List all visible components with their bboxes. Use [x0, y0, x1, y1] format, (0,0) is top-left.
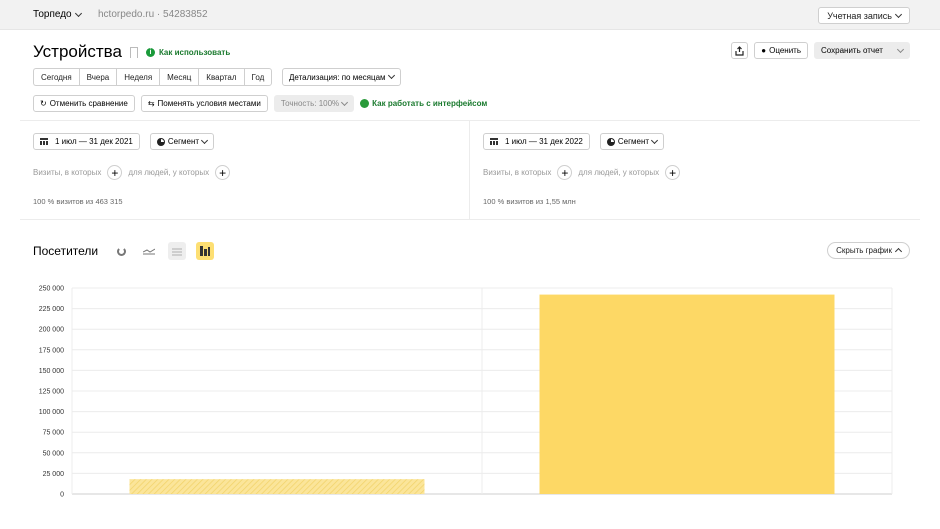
swap-conditions-button[interactable]: ⇆ Поменять условия местами [140, 95, 268, 112]
bookmark-icon[interactable] [129, 46, 138, 58]
site-name: Торпедо [33, 9, 72, 20]
undo-icon: ↻ [40, 99, 47, 108]
report-actions: ● Оценить Сохранить отчет [731, 42, 910, 59]
swap-icon: ⇆ [147, 99, 155, 108]
howto-link[interactable]: i Как использовать [145, 47, 231, 57]
chart-bar-2[interactable] [539, 294, 835, 494]
rate-label: Оценить [769, 46, 801, 55]
y-tick-label: 0 [60, 492, 64, 499]
calendar-icon [490, 138, 498, 145]
hide-chart-button[interactable]: Скрыть график [827, 242, 910, 259]
accuracy-dropdown[interactable]: Точность: 100% [273, 95, 355, 112]
detail-label: Детализация: по месяцам [289, 72, 386, 82]
top-bar: Торпедо hctorpedo.ru · 54283852 Учетная … [0, 0, 940, 30]
period-yesterday[interactable]: Вчера [78, 68, 117, 86]
period-month[interactable]: Месяц [159, 68, 199, 86]
visits-share: 100 % визитов из 1,55 млн [483, 197, 576, 206]
pie-chart-icon[interactable] [112, 242, 130, 260]
pie-icon [156, 137, 165, 146]
segment-button[interactable]: Сегмент [599, 133, 665, 150]
y-tick-label: 75 000 [43, 430, 65, 437]
add-visit-condition-button[interactable]: + [107, 165, 123, 180]
period-week[interactable]: Неделя [116, 68, 160, 86]
rate-icon: ● [761, 46, 767, 55]
share-icon [735, 45, 744, 56]
swap-conditions-label: Поменять условия местами [157, 99, 261, 108]
chevron-down-icon [650, 136, 659, 144]
interface-help-link[interactable]: Как работать с интерфейсом [360, 99, 487, 108]
segment-column-1: 1 июл — 31 дек 2021 Сегмент Визиты, в ко… [20, 121, 470, 219]
chart-header: Посетители [33, 242, 215, 260]
y-tick-label: 150 000 [39, 368, 64, 375]
segment-label: Сегмент [167, 137, 200, 146]
segments-panel: 1 июл — 31 дек 2021 Сегмент Визиты, в ко… [20, 120, 920, 220]
cancel-compare-button[interactable]: ↻ Отменить сравнение [33, 95, 135, 112]
conditions-row: Визиты, в которых + для людей, у которых… [483, 165, 681, 180]
interface-help-label: Как работать с интерфейсом [372, 99, 488, 108]
period-today[interactable]: Сегодня [33, 68, 79, 86]
add-people-condition-button[interactable]: + [665, 165, 681, 180]
period-year[interactable]: Год [243, 68, 273, 86]
date-range-label: 1 июл — 31 дек 2022 [505, 137, 583, 146]
area-chart-icon[interactable] [168, 242, 187, 260]
y-tick-label: 125 000 [39, 389, 64, 396]
save-report-label: Сохранить отчет [821, 46, 883, 55]
bar-chart-icon[interactable] [196, 242, 215, 260]
line-chart-icon[interactable] [140, 242, 158, 260]
accuracy-label: Точность: 100% [280, 99, 340, 108]
chevron-down-icon [896, 45, 905, 53]
chevron-down-icon [894, 10, 903, 18]
y-tick-label: 50 000 [43, 450, 65, 457]
segment-button[interactable]: Сегмент [149, 133, 215, 150]
howto-label: Как использовать [158, 47, 231, 57]
date-range-button[interactable]: 1 июл — 31 дек 2022 [483, 133, 590, 150]
add-people-condition-button[interactable]: + [215, 165, 231, 180]
chevron-up-icon [894, 247, 903, 256]
y-tick-label: 250 000 [39, 286, 64, 293]
visits-condition-label: Визиты, в которых [33, 168, 102, 177]
segment-label: Сегмент [617, 137, 650, 146]
compare-toolbar: ↻ Отменить сравнение ⇆ Поменять условия ме… [33, 95, 487, 112]
people-condition-label: для людей, у которых [128, 168, 210, 177]
period-quarter[interactable]: Квартал [198, 68, 244, 86]
add-visit-condition-button[interactable]: + [557, 165, 573, 180]
date-range-label: 1 июл — 31 дек 2021 [55, 137, 133, 146]
segment-column-2: 1 июл — 31 дек 2022 Сегмент Визиты, в ко… [470, 121, 920, 219]
date-range-button[interactable]: 1 июл — 31 дек 2021 [33, 133, 140, 150]
info-icon: i [145, 47, 155, 57]
conditions-row: Визиты, в которых + для людей, у которых… [33, 165, 231, 180]
y-tick-label: 225 000 [39, 306, 64, 313]
cancel-compare-label: Отменить сравнение [49, 99, 128, 108]
calendar-icon [40, 138, 48, 145]
rate-button[interactable]: ● Оценить [754, 42, 808, 59]
account-label: Учетная запись [827, 10, 892, 21]
chevron-down-icon [74, 9, 82, 17]
people-condition-label: для людей, у которых [578, 168, 660, 177]
bar-chart: 250 000 225 000 200 000 175 000 150 000 125 0… [39, 286, 893, 499]
page-title: Устройства [33, 42, 122, 61]
site-domain: hctorpedo.ru · 54283852 [98, 9, 208, 20]
chart-bar-1[interactable] [129, 479, 425, 494]
chevron-down-icon [200, 136, 209, 144]
y-tick-label: 200 000 [39, 327, 64, 334]
y-tick-label: 25 000 [43, 471, 65, 478]
account-button[interactable]: Учетная запись [818, 7, 910, 24]
export-button[interactable] [731, 42, 749, 59]
chart-title: Посетители [33, 244, 99, 258]
save-report-button[interactable]: Сохранить отчет [814, 42, 910, 59]
period-selector: Сегодня Вчера Неделя Месяц Квартал Год [33, 68, 273, 86]
y-tick-label: 175 000 [39, 347, 64, 354]
visits-condition-label: Визиты, в которых [483, 168, 552, 177]
detail-dropdown[interactable]: Детализация: по месяцам [282, 68, 401, 86]
site-selector[interactable]: Торпедо [33, 9, 82, 20]
pie-icon [606, 137, 615, 146]
hide-chart-label: Скрыть график [836, 246, 892, 255]
chevron-down-icon [341, 98, 349, 106]
visits-share: 100 % визитов из 463 315 [33, 197, 123, 206]
chevron-down-icon [387, 71, 395, 80]
leaf-icon [360, 99, 370, 108]
y-tick-label: 100 000 [39, 409, 64, 416]
page-header: Устройства i Как использовать [33, 42, 230, 62]
